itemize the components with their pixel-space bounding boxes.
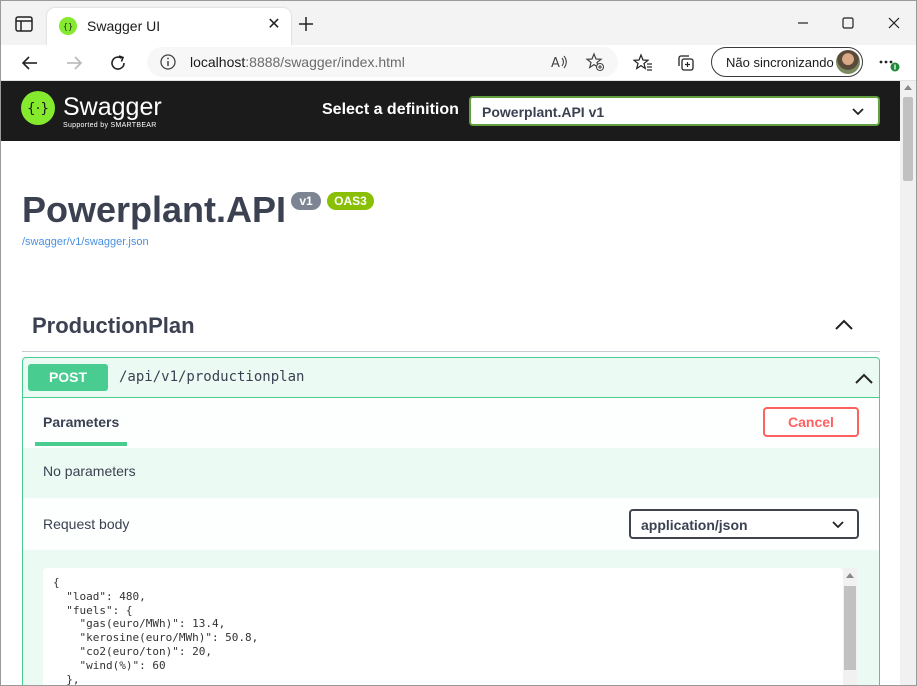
chevron-down-icon — [832, 521, 844, 529]
profile-sync-label: Não sincronizando — [726, 55, 834, 70]
method-badge: POST — [28, 364, 108, 391]
request-body-header: Request body application/json — [23, 498, 879, 550]
url-path: :8888/swagger/index.html — [245, 54, 405, 70]
operation-block: POST /api/v1/productionplan Parameters C… — [22, 357, 880, 685]
refresh-icon[interactable] — [106, 51, 130, 75]
avatar — [836, 50, 860, 74]
editor-scrollbar[interactable] — [843, 568, 857, 685]
editor-scroll-up-icon[interactable] — [846, 573, 854, 578]
tab-active-indicator — [35, 442, 127, 446]
minimize-icon[interactable] — [793, 13, 813, 33]
tag-divider — [22, 351, 880, 352]
version-badge: v1 — [291, 192, 321, 210]
browser-toolbar: localhost:8888/swagger/index.html A Não … — [1, 45, 916, 81]
api-title: Powerplant.API — [22, 189, 287, 230]
settings-more-icon[interactable] — [876, 51, 900, 75]
browser-window: {} Swagger UI ✕ localhost:8888/swagger/i… — [0, 0, 917, 686]
collections-icon[interactable] — [674, 51, 698, 75]
spec-url-link[interactable]: /swagger/v1/swagger.json — [22, 236, 149, 248]
chevron-down-icon — [852, 108, 864, 116]
scroll-up-arrow-icon[interactable] — [904, 85, 912, 90]
definition-select[interactable]: Powerplant.API v1 — [469, 96, 880, 126]
cancel-button[interactable]: Cancel — [763, 407, 859, 437]
add-favorite-icon[interactable] — [583, 50, 607, 74]
swagger-topbar: {·} Swagger Supported by SMARTBEAR Selec… — [1, 81, 900, 141]
collapse-operation-icon[interactable] — [854, 372, 874, 385]
request-body-label: Request body — [43, 516, 130, 532]
no-parameters-text: No parameters — [43, 463, 136, 479]
swagger-logo-text: Swagger — [63, 93, 162, 121]
browser-tab[interactable]: {} Swagger UI ✕ — [47, 8, 291, 45]
collapse-tag-icon[interactable] — [834, 317, 854, 331]
request-body-editor[interactable]: { "load": 480, "fuels": { "gas(euro/MWh)… — [43, 568, 843, 685]
content-type-value: application/json — [641, 517, 748, 533]
editor-scroll-thumb[interactable] — [844, 586, 856, 670]
swagger-logo-icon[interactable]: {·} — [21, 91, 55, 125]
url-text: localhost:8888/swagger/index.html — [190, 54, 405, 70]
site-info-icon[interactable] — [159, 53, 177, 71]
definition-select-label: Select a definition — [322, 101, 459, 118]
address-bar[interactable]: localhost:8888/swagger/index.html A — [147, 47, 618, 77]
forward-icon[interactable] — [62, 51, 86, 75]
close-window-icon[interactable] — [884, 13, 904, 33]
tag-title[interactable]: ProductionPlan — [32, 313, 195, 339]
tab-title: Swagger UI — [87, 18, 161, 34]
swagger-logo-subtitle: Supported by SMARTBEAR — [63, 122, 157, 129]
svg-text:{·}: {·} — [27, 101, 49, 117]
operation-summary[interactable]: POST /api/v1/productionplan — [23, 358, 879, 398]
operation-path: /api/v1/productionplan — [119, 369, 305, 385]
tab-actions-icon[interactable] — [13, 14, 37, 34]
tab-strip: {} Swagger UI ✕ — [1, 1, 916, 45]
read-aloud-icon[interactable]: A — [547, 50, 571, 74]
request-body-text[interactable]: { "load": 480, "fuels": { "gas(euro/MWh)… — [53, 576, 258, 685]
profile-sync-button[interactable]: Não sincronizando — [711, 47, 863, 77]
close-tab-icon[interactable]: ✕ — [265, 16, 283, 34]
parameters-header: Parameters Cancel — [23, 398, 879, 448]
page-scrollbar[interactable] — [900, 81, 916, 685]
page-scroll-thumb[interactable] — [903, 97, 913, 181]
back-icon[interactable] — [18, 51, 42, 75]
svg-text:A: A — [551, 56, 560, 71]
svg-text:{}: {} — [63, 22, 73, 31]
url-host: localhost — [190, 54, 246, 70]
maximize-icon[interactable] — [838, 13, 858, 33]
oas-badge: OAS3 — [327, 192, 374, 210]
definition-select-value: Powerplant.API v1 — [482, 104, 605, 120]
tab-parameters[interactable]: Parameters — [43, 414, 119, 430]
new-tab-icon[interactable] — [297, 15, 315, 33]
swagger-favicon-icon: {} — [59, 17, 77, 35]
favorites-icon[interactable] — [631, 51, 655, 75]
content-type-select[interactable]: application/json — [629, 509, 859, 539]
